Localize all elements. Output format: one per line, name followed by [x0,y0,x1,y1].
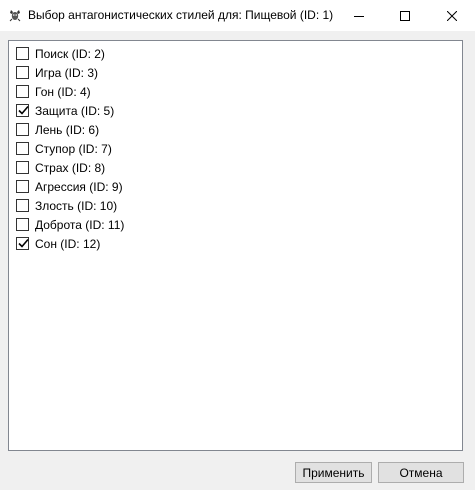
maximize-button[interactable] [382,0,428,31]
checkbox-unchecked[interactable] [16,180,29,193]
list-item[interactable]: Лень (ID: 6) [16,120,99,139]
checkbox-checked[interactable] [16,104,29,117]
cancel-button[interactable]: Отмена [378,462,464,483]
list-item[interactable]: Защита (ID: 5) [16,101,114,120]
minimize-button[interactable] [336,0,382,31]
list-item-label: Поиск (ID: 2) [35,46,105,61]
app-icon [8,8,22,22]
checked-list-box[interactable]: Поиск (ID: 2) Игра (ID: 3) Гон (ID: 4) Защи… [8,40,463,451]
list-item[interactable]: Поиск (ID: 2) [16,44,105,63]
checkmark-icon [18,105,29,115]
list-item-label: Злость (ID: 10) [35,198,118,213]
list-item-label: Гон (ID: 4) [35,84,91,99]
checkbox-unchecked[interactable] [16,66,29,79]
close-icon [447,10,457,21]
list-item-label: Страх (ID: 8) [35,160,106,175]
minimize-icon [354,15,364,17]
checkbox-unchecked[interactable] [16,142,29,155]
list-item-label: Лень (ID: 6) [35,122,100,137]
close-button[interactable] [429,0,475,31]
title-bar[interactable]: Выбор антагонистических стилей для: Пище… [0,0,475,31]
list-item[interactable]: Доброта (ID: 11) [16,215,124,234]
list-item[interactable]: Страх (ID: 8) [16,158,105,177]
dialog-window: Выбор антагонистических стилей для: Пище… [0,0,475,490]
list-item-label: Ступор (ID: 7) [35,141,112,156]
checkbox-unchecked[interactable] [16,161,29,174]
list-item-label: Сон (ID: 12) [35,236,101,251]
maximize-icon [400,10,410,21]
list-item[interactable]: Гон (ID: 4) [16,82,91,101]
checkbox-unchecked[interactable] [16,85,29,98]
list-item[interactable]: Игра (ID: 3) [16,63,98,82]
window-title: Выбор антагонистических стилей для: Пище… [28,8,334,22]
list-item-label: Защита (ID: 5) [35,103,115,118]
checkbox-checked[interactable] [16,237,29,250]
list-item-label: Агрессия (ID: 9) [35,179,123,194]
apply-button[interactable]: Применить [295,462,372,483]
list-item-label: Доброта (ID: 11) [35,217,125,232]
list-item[interactable]: Агрессия (ID: 9) [16,177,123,196]
list-item[interactable]: Ступор (ID: 7) [16,139,112,158]
checkbox-unchecked[interactable] [16,47,29,60]
checkbox-unchecked[interactable] [16,218,29,231]
list-item[interactable]: Сон (ID: 12) [16,234,100,253]
list-item[interactable]: Злость (ID: 10) [16,196,117,215]
list-item-label: Игра (ID: 3) [35,65,99,80]
checkbox-unchecked[interactable] [16,123,29,136]
checkbox-unchecked[interactable] [16,199,29,212]
checkmark-icon [18,238,29,248]
